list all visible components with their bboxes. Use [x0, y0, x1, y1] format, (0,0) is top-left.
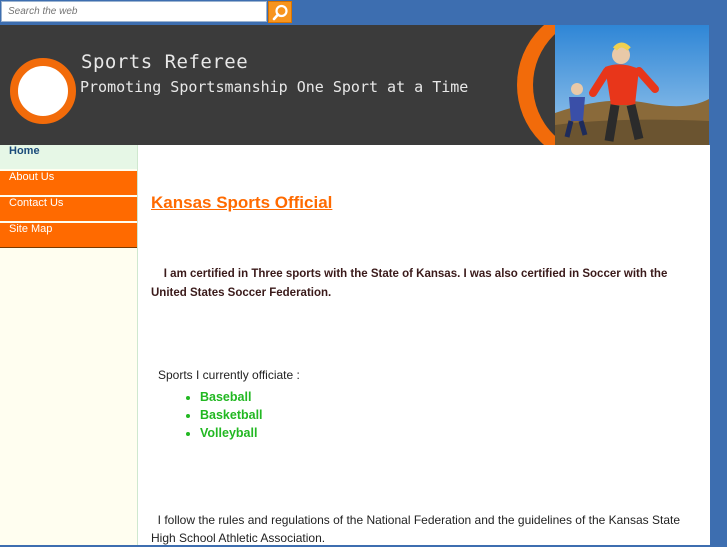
list-item: Basketball	[200, 406, 263, 424]
sidebar-item-site-map[interactable]: Site Map	[0, 223, 137, 248]
sidebar-item-home[interactable]: Home	[0, 145, 137, 171]
search-button[interactable]	[268, 1, 292, 23]
sports-label: Sports I currently officiate :	[158, 368, 300, 382]
intro-text: I am certified in Three sports with the …	[151, 268, 668, 299]
list-item: Volleyball	[200, 424, 263, 442]
main-content: Kansas Sports Official I am certified in…	[137, 145, 710, 545]
circle-logo-icon	[10, 58, 76, 124]
site-title: Sports Referee	[81, 51, 249, 73]
sidebar-nav: Home About Us Contact Us Site Map	[0, 145, 137, 545]
sidebar-item-contact-us[interactable]: Contact Us	[0, 197, 137, 223]
site-tagline: Promoting Sportsmanship One Sport at a T…	[80, 78, 469, 96]
sidebar-item-about-us[interactable]: About Us	[0, 171, 137, 197]
rules-paragraph: I follow the rules and regulations of th…	[151, 511, 701, 547]
list-item: Baseball	[200, 388, 263, 406]
site-header: Sports Referee Promoting Sportsmanship O…	[0, 25, 709, 145]
intro-paragraph: I am certified in Three sports with the …	[151, 265, 706, 303]
rules-text: I follow the rules and regulations of th…	[151, 513, 681, 545]
search-bar	[0, 0, 293, 25]
page: Sports Referee Promoting Sportsmanship O…	[0, 25, 710, 545]
page-title: Kansas Sports Official	[151, 193, 333, 212]
sports-list: Baseball Basketball Volleyball	[186, 388, 263, 442]
search-input[interactable]	[1, 1, 267, 22]
header-photo	[517, 25, 709, 145]
